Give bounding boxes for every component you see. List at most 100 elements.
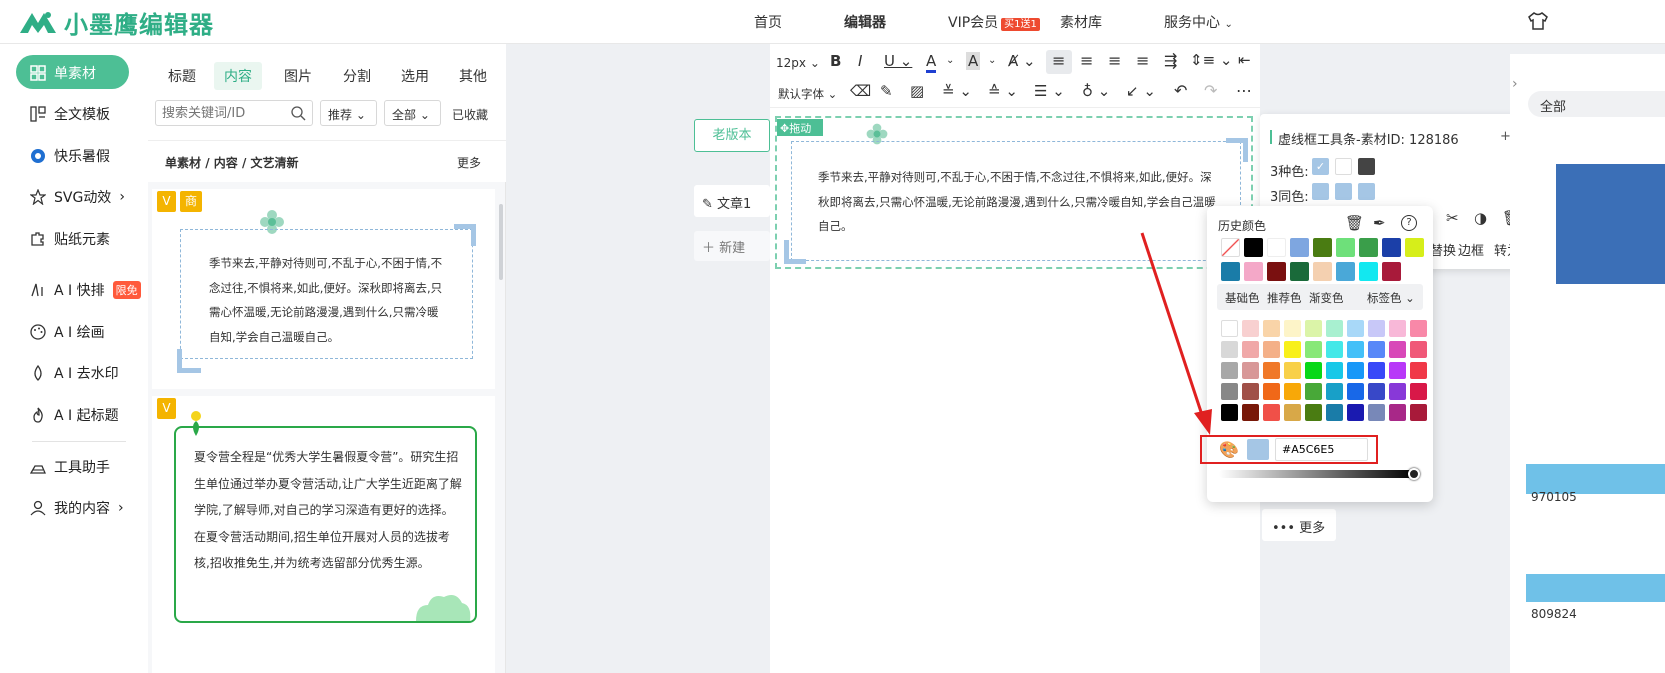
palette-color-swatch[interactable] — [1284, 341, 1301, 358]
palette-color-swatch[interactable] — [1263, 404, 1280, 421]
tab-other[interactable]: 其他 — [449, 62, 497, 90]
more-icon[interactable]: ⋯ — [1236, 81, 1252, 100]
palette-color-swatch[interactable] — [1368, 320, 1385, 337]
palette-color-swatch[interactable] — [1284, 383, 1301, 400]
palette-color-swatch[interactable] — [1389, 404, 1406, 421]
tab-title[interactable]: 标题 — [158, 62, 206, 90]
scrollbar-thumb[interactable] — [499, 204, 503, 280]
nav-item-ai-watermark[interactable]: A I 去水印 — [30, 363, 119, 383]
palette-color-swatch[interactable] — [1347, 362, 1364, 379]
palette-color-swatch[interactable] — [1347, 320, 1364, 337]
tab-basic[interactable]: 基础色 — [1225, 290, 1260, 306]
color-swatch[interactable] — [1312, 183, 1329, 200]
palette-color-swatch[interactable] — [1305, 320, 1322, 337]
palette-color-swatch[interactable] — [1263, 341, 1280, 358]
history-color-swatch[interactable] — [1382, 262, 1401, 281]
tab-recommended[interactable]: 推荐色 — [1267, 290, 1302, 306]
palette-color-swatch[interactable] — [1410, 404, 1427, 421]
palette-color-swatch[interactable] — [1389, 320, 1406, 337]
palette-color-swatch[interactable] — [1410, 341, 1427, 358]
drag-handle[interactable]: ✥拖动 — [777, 119, 823, 136]
spacing-icon[interactable]: ☰ ⌄ — [1034, 82, 1065, 100]
undo-icon[interactable]: ↶ — [1174, 81, 1187, 100]
font-color-icon[interactable]: A — [926, 52, 937, 73]
palette-color-swatch[interactable] — [1284, 320, 1301, 337]
nav-item-tools[interactable]: 工具助手 — [30, 457, 110, 477]
color-swatch[interactable] — [1335, 183, 1352, 200]
redo-icon[interactable]: ↷ — [1204, 81, 1217, 100]
border-top-icon[interactable]: ≚ ⌄ — [942, 82, 972, 100]
more-button[interactable]: ••• 更多 — [1262, 509, 1336, 541]
line-height-icon[interactable]: ⇕≡ ⌄ — [1190, 51, 1232, 69]
nav-item-single[interactable]: 单素材 — [30, 63, 96, 83]
help-icon[interactable]: ? — [1401, 215, 1417, 231]
highlight-icon[interactable]: A — [966, 52, 981, 70]
palette-color-swatch[interactable] — [1410, 320, 1427, 337]
border-action[interactable]: 边框 — [1458, 240, 1484, 259]
color-swatch[interactable] — [1358, 158, 1375, 175]
chevron-down-icon[interactable]: ⌄ — [988, 55, 996, 66]
font-size-select[interactable]: 12px ⌄ — [776, 56, 820, 70]
nav-editor[interactable]: 编辑器 — [844, 12, 886, 32]
thumbnail[interactable] — [1556, 164, 1665, 284]
tab-label-colors[interactable]: 标签色 ⌄ — [1367, 290, 1415, 306]
material-card[interactable]: V 商 季节来去,平静对待则可,不乱于心,不困于情,不念过往,不惧将来,如此,便… — [152, 189, 495, 389]
nav-library[interactable]: 素材库 — [1060, 12, 1102, 32]
history-color-swatch[interactable] — [1313, 262, 1332, 281]
sort-select[interactable]: 推荐 ⌄ — [320, 100, 377, 126]
palette-color-swatch[interactable] — [1389, 362, 1406, 379]
palette-color-swatch[interactable] — [1347, 383, 1364, 400]
color-swatch-selected[interactable]: ✓ — [1312, 158, 1329, 175]
palette-color-swatch[interactable] — [1326, 341, 1343, 358]
tab-selected[interactable]: 选用 — [391, 62, 439, 90]
text-effect-icon[interactable]: Ⱥ ⌄ — [1008, 52, 1036, 70]
palette-color-swatch[interactable] — [1305, 404, 1322, 421]
history-color-swatch[interactable] — [1382, 238, 1401, 257]
eyedropper-icon[interactable]: ✒ — [1373, 214, 1386, 232]
exit-icon[interactable]: ⇤ — [1238, 51, 1251, 69]
color-swatch[interactable] — [1335, 158, 1352, 175]
align-justify-icon[interactable]: ≡ — [1136, 51, 1149, 70]
align-center-icon[interactable]: ≡ — [1080, 51, 1093, 70]
logo[interactable]: 小墨鹰编辑器 — [18, 4, 214, 40]
history-color-swatch[interactable] — [1244, 262, 1263, 281]
all-filter[interactable]: 全部 — [1528, 91, 1665, 117]
palette-color-swatch[interactable] — [1284, 362, 1301, 379]
history-color-swatch[interactable] — [1290, 262, 1309, 281]
format-brush-icon[interactable]: ✎ — [880, 82, 893, 100]
article-tab[interactable]: ✎ 文章1 — [694, 185, 770, 217]
tab-divider[interactable]: 分割 — [333, 62, 381, 90]
no-color-swatch[interactable] — [1221, 238, 1240, 257]
color-swatch[interactable] — [1358, 183, 1375, 200]
font-family-select[interactable]: 默认字体 ⌄ — [778, 86, 837, 102]
search-input[interactable] — [156, 101, 284, 125]
palette-color-swatch[interactable] — [1242, 383, 1259, 400]
palette-color-swatch[interactable] — [1242, 404, 1259, 421]
brightness-slider[interactable] — [1219, 470, 1415, 478]
palette-color-swatch[interactable] — [1326, 320, 1343, 337]
palette-color-swatch[interactable] — [1326, 404, 1343, 421]
nav-item-ai-draw[interactable]: A I 绘画 — [30, 322, 105, 342]
nav-item-templates[interactable]: 全文模板 — [30, 104, 110, 124]
palette-color-swatch[interactable] — [1263, 383, 1280, 400]
align-left-icon[interactable]: ≡ — [1052, 51, 1065, 70]
bold-icon[interactable]: B — [830, 52, 841, 70]
palette-color-swatch[interactable] — [1263, 362, 1280, 379]
palette-color-swatch[interactable] — [1347, 404, 1364, 421]
nav-item-ai-layout[interactable]: A I 快排 限免 — [30, 280, 141, 300]
chevron-down-icon[interactable]: ⌄ — [946, 55, 954, 66]
palette-color-swatch[interactable] — [1368, 362, 1385, 379]
bulb-icon[interactable]: ♁ ⌄ — [1082, 82, 1110, 100]
hex-input[interactable] — [1275, 438, 1368, 461]
nav-item-ai-title[interactable]: A I 起标题 — [30, 405, 119, 425]
palette-color-swatch[interactable] — [1221, 362, 1238, 379]
palette-color-swatch[interactable] — [1221, 341, 1238, 358]
history-color-swatch[interactable] — [1336, 238, 1355, 257]
material-card[interactable]: V 夏令营全程是“优秀大学生暑假夏令营”。研究生招生单位通过举办夏令营活动,让广… — [152, 396, 495, 673]
palette-color-swatch[interactable] — [1221, 383, 1238, 400]
cut-icon[interactable]: ✂ — [1446, 209, 1459, 227]
breadcrumb-item[interactable]: 内容 — [214, 156, 238, 170]
old-version-button[interactable]: 老版本 — [694, 119, 770, 152]
nav-item-svg[interactable]: SVG动效 › — [30, 187, 125, 207]
palette-color-swatch[interactable] — [1242, 341, 1259, 358]
